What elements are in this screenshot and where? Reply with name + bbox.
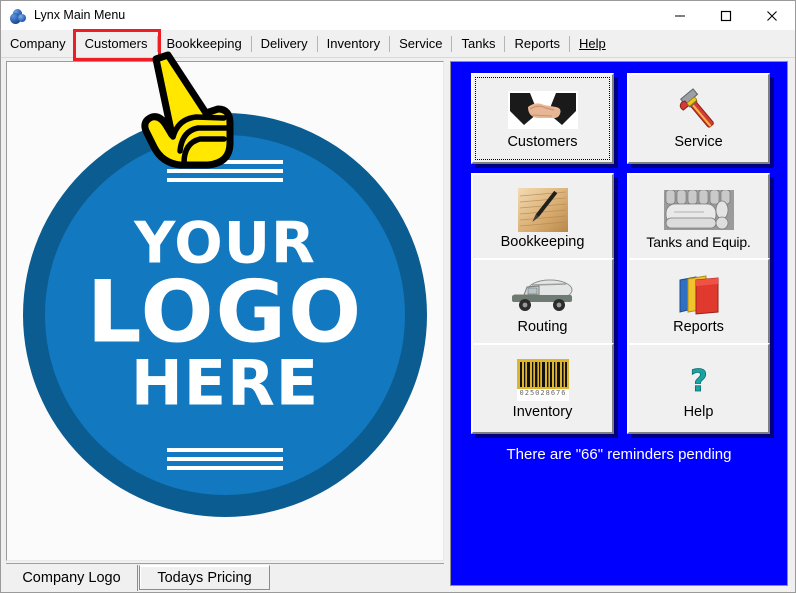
menu-item-inventory[interactable]: Inventory	[318, 31, 389, 57]
tile-label: Tanks and Equip.	[646, 234, 750, 251]
logo-text: YOUR LOGO HERE	[23, 217, 427, 414]
tile-label: Bookkeeping	[501, 234, 585, 251]
logo-line-3: HERE	[23, 354, 427, 414]
tile-label: Reports	[673, 319, 724, 336]
tile-help[interactable]: ? Help	[627, 343, 770, 434]
ledger-pen-icon	[506, 187, 580, 233]
menu-item-customers[interactable]: Customers	[76, 31, 157, 57]
menu-item-company[interactable]: Company	[1, 31, 75, 57]
delivery-truck-icon	[506, 272, 580, 318]
menu-bar: Company Customers Bookkeeping Delivery I…	[1, 30, 795, 58]
pipe-wrench-icon	[662, 87, 736, 133]
tile-label: Inventory	[513, 404, 573, 421]
menu-item-reports[interactable]: Reports	[505, 31, 569, 57]
question-mark-icon: ?	[662, 357, 736, 403]
reminders-pending-text: There are "66" reminders pending	[451, 446, 787, 463]
tile-label: Help	[684, 404, 714, 421]
window-controls	[657, 1, 795, 30]
menu-item-help-label: Help	[579, 36, 606, 51]
app-globe-icon	[10, 8, 26, 24]
main-window: Lynx Main Menu Company Customers Bookkee…	[0, 0, 796, 593]
tile-label: Service	[674, 134, 722, 151]
menu-item-service[interactable]: Service	[390, 31, 451, 57]
tile-inventory[interactable]: 025028676 Inventory	[471, 343, 614, 434]
menu-item-tanks[interactable]: Tanks	[452, 31, 504, 57]
title-bar: Lynx Main Menu	[1, 1, 795, 30]
window-title: Lynx Main Menu	[34, 1, 125, 30]
tile-label: Routing	[518, 319, 568, 336]
close-button[interactable]	[749, 1, 795, 30]
svg-text:025028676: 025028676	[519, 389, 566, 397]
tab-strip: Company Logo Todays Pricing	[6, 563, 444, 590]
tab-label: Todays Pricing	[157, 570, 251, 586]
menu-item-bookkeeping[interactable]: Bookkeeping	[158, 31, 251, 57]
folders-icon	[662, 272, 736, 318]
svg-text:?: ?	[690, 364, 707, 399]
handshake-icon	[506, 87, 580, 133]
minimize-button[interactable]	[657, 1, 703, 30]
tile-label: Customers	[507, 134, 577, 151]
logo-decorative-lines-top	[167, 160, 283, 182]
logo-line-2: LOGO	[23, 271, 427, 354]
tab-company-logo[interactable]: Company Logo	[6, 565, 138, 591]
company-logo-panel: YOUR LOGO HERE	[6, 61, 444, 561]
propane-tanks-icon	[662, 187, 736, 233]
company-logo-image: YOUR LOGO HERE	[23, 113, 427, 517]
maximize-button[interactable]	[703, 1, 749, 30]
tile-customers[interactable]: Customers	[471, 73, 614, 164]
menu-item-help[interactable]: Help	[570, 31, 615, 57]
tab-todays-pricing[interactable]: Todays Pricing	[139, 565, 270, 590]
barcode-icon: 025028676	[506, 357, 580, 403]
tile-routing[interactable]: Routing	[471, 258, 614, 349]
tile-bookkeeping[interactable]: Bookkeeping	[471, 173, 614, 264]
tile-service[interactable]: Service	[627, 73, 770, 164]
tile-reports[interactable]: Reports	[627, 258, 770, 349]
menu-item-delivery[interactable]: Delivery	[252, 31, 317, 57]
tile-tanks-and-equip[interactable]: Tanks and Equip.	[627, 173, 770, 264]
tab-label: Company Logo	[22, 570, 120, 586]
main-menu-button-panel: Customers Service	[450, 61, 788, 586]
logo-decorative-lines-bottom	[167, 448, 283, 470]
